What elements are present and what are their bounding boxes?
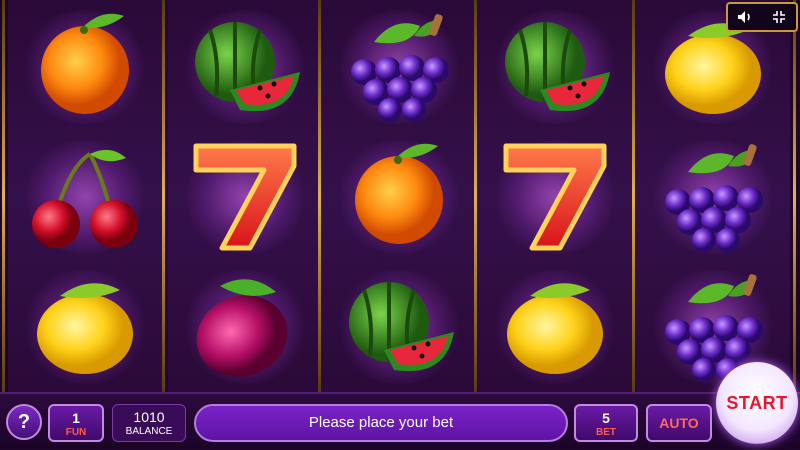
reel-divider: [162, 0, 165, 392]
balance-display: 1010 BALANCE: [112, 404, 186, 442]
balance-value: 1010: [133, 409, 165, 425]
status-message: Please place your bet: [194, 404, 568, 442]
top-controls: [726, 2, 798, 32]
help-label: ?: [17, 411, 31, 433]
lemon-icon: [20, 266, 150, 389]
watermelon-symbol: [478, 2, 632, 132]
bottom-bar: ? 1 FUN 1010 BALANCE Please place your b…: [0, 392, 800, 450]
watermelon-icon: [334, 266, 464, 389]
cherries-icon: [20, 136, 150, 259]
reel-divider: [793, 0, 796, 392]
bet-value: 5: [602, 410, 610, 426]
speaker-icon[interactable]: [734, 7, 756, 27]
watermelon-symbol: [322, 262, 476, 392]
grapes-icon: [648, 136, 778, 259]
watermelon-symbol: [168, 2, 322, 132]
watermelon-icon: [490, 6, 620, 129]
auto-button[interactable]: AUTO: [646, 404, 712, 442]
reel-1: [8, 0, 162, 392]
fun-value: 1: [72, 410, 80, 426]
help-button[interactable]: ?: [6, 404, 42, 440]
plum-icon: [180, 266, 310, 389]
reel-5: [636, 0, 790, 392]
reel-divider: [2, 0, 5, 392]
reel-2: [168, 0, 322, 392]
fun-label: FUN: [65, 427, 87, 438]
plum-symbol: [168, 262, 322, 392]
lemon-symbol: [8, 262, 162, 392]
grapes-symbol: [636, 132, 790, 262]
bet-label: BET: [596, 427, 616, 438]
seven-symbol: [478, 132, 632, 262]
seven-icon: [490, 136, 620, 259]
start-button[interactable]: START: [716, 362, 798, 444]
fun-selector[interactable]: 1 FUN: [48, 404, 104, 442]
orange-icon: [20, 6, 150, 129]
minimize-icon[interactable]: [768, 7, 790, 27]
orange-icon: [334, 136, 464, 259]
lemon-icon: [490, 266, 620, 389]
lemon-symbol: [478, 262, 632, 392]
watermelon-icon: [180, 6, 310, 129]
reels-area: [0, 0, 800, 392]
grapes-symbol: [322, 2, 476, 132]
reel-divider: [318, 0, 321, 392]
slot-game: ? 1 FUN 1010 BALANCE Please place your b…: [0, 0, 800, 450]
auto-label: AUTO: [659, 415, 699, 431]
seven-icon: [180, 136, 310, 259]
orange-symbol: [322, 132, 476, 262]
grapes-icon: [334, 6, 464, 129]
seven-symbol: [168, 132, 322, 262]
reel-4: [478, 0, 632, 392]
reel-divider: [474, 0, 477, 392]
reel-divider: [632, 0, 635, 392]
cherries-symbol: [8, 132, 162, 262]
bet-selector[interactable]: 5 BET: [574, 404, 638, 442]
balance-label: BALANCE: [125, 426, 173, 437]
start-label: START: [726, 392, 788, 413]
orange-symbol: [8, 2, 162, 132]
reel-3: [322, 0, 476, 392]
